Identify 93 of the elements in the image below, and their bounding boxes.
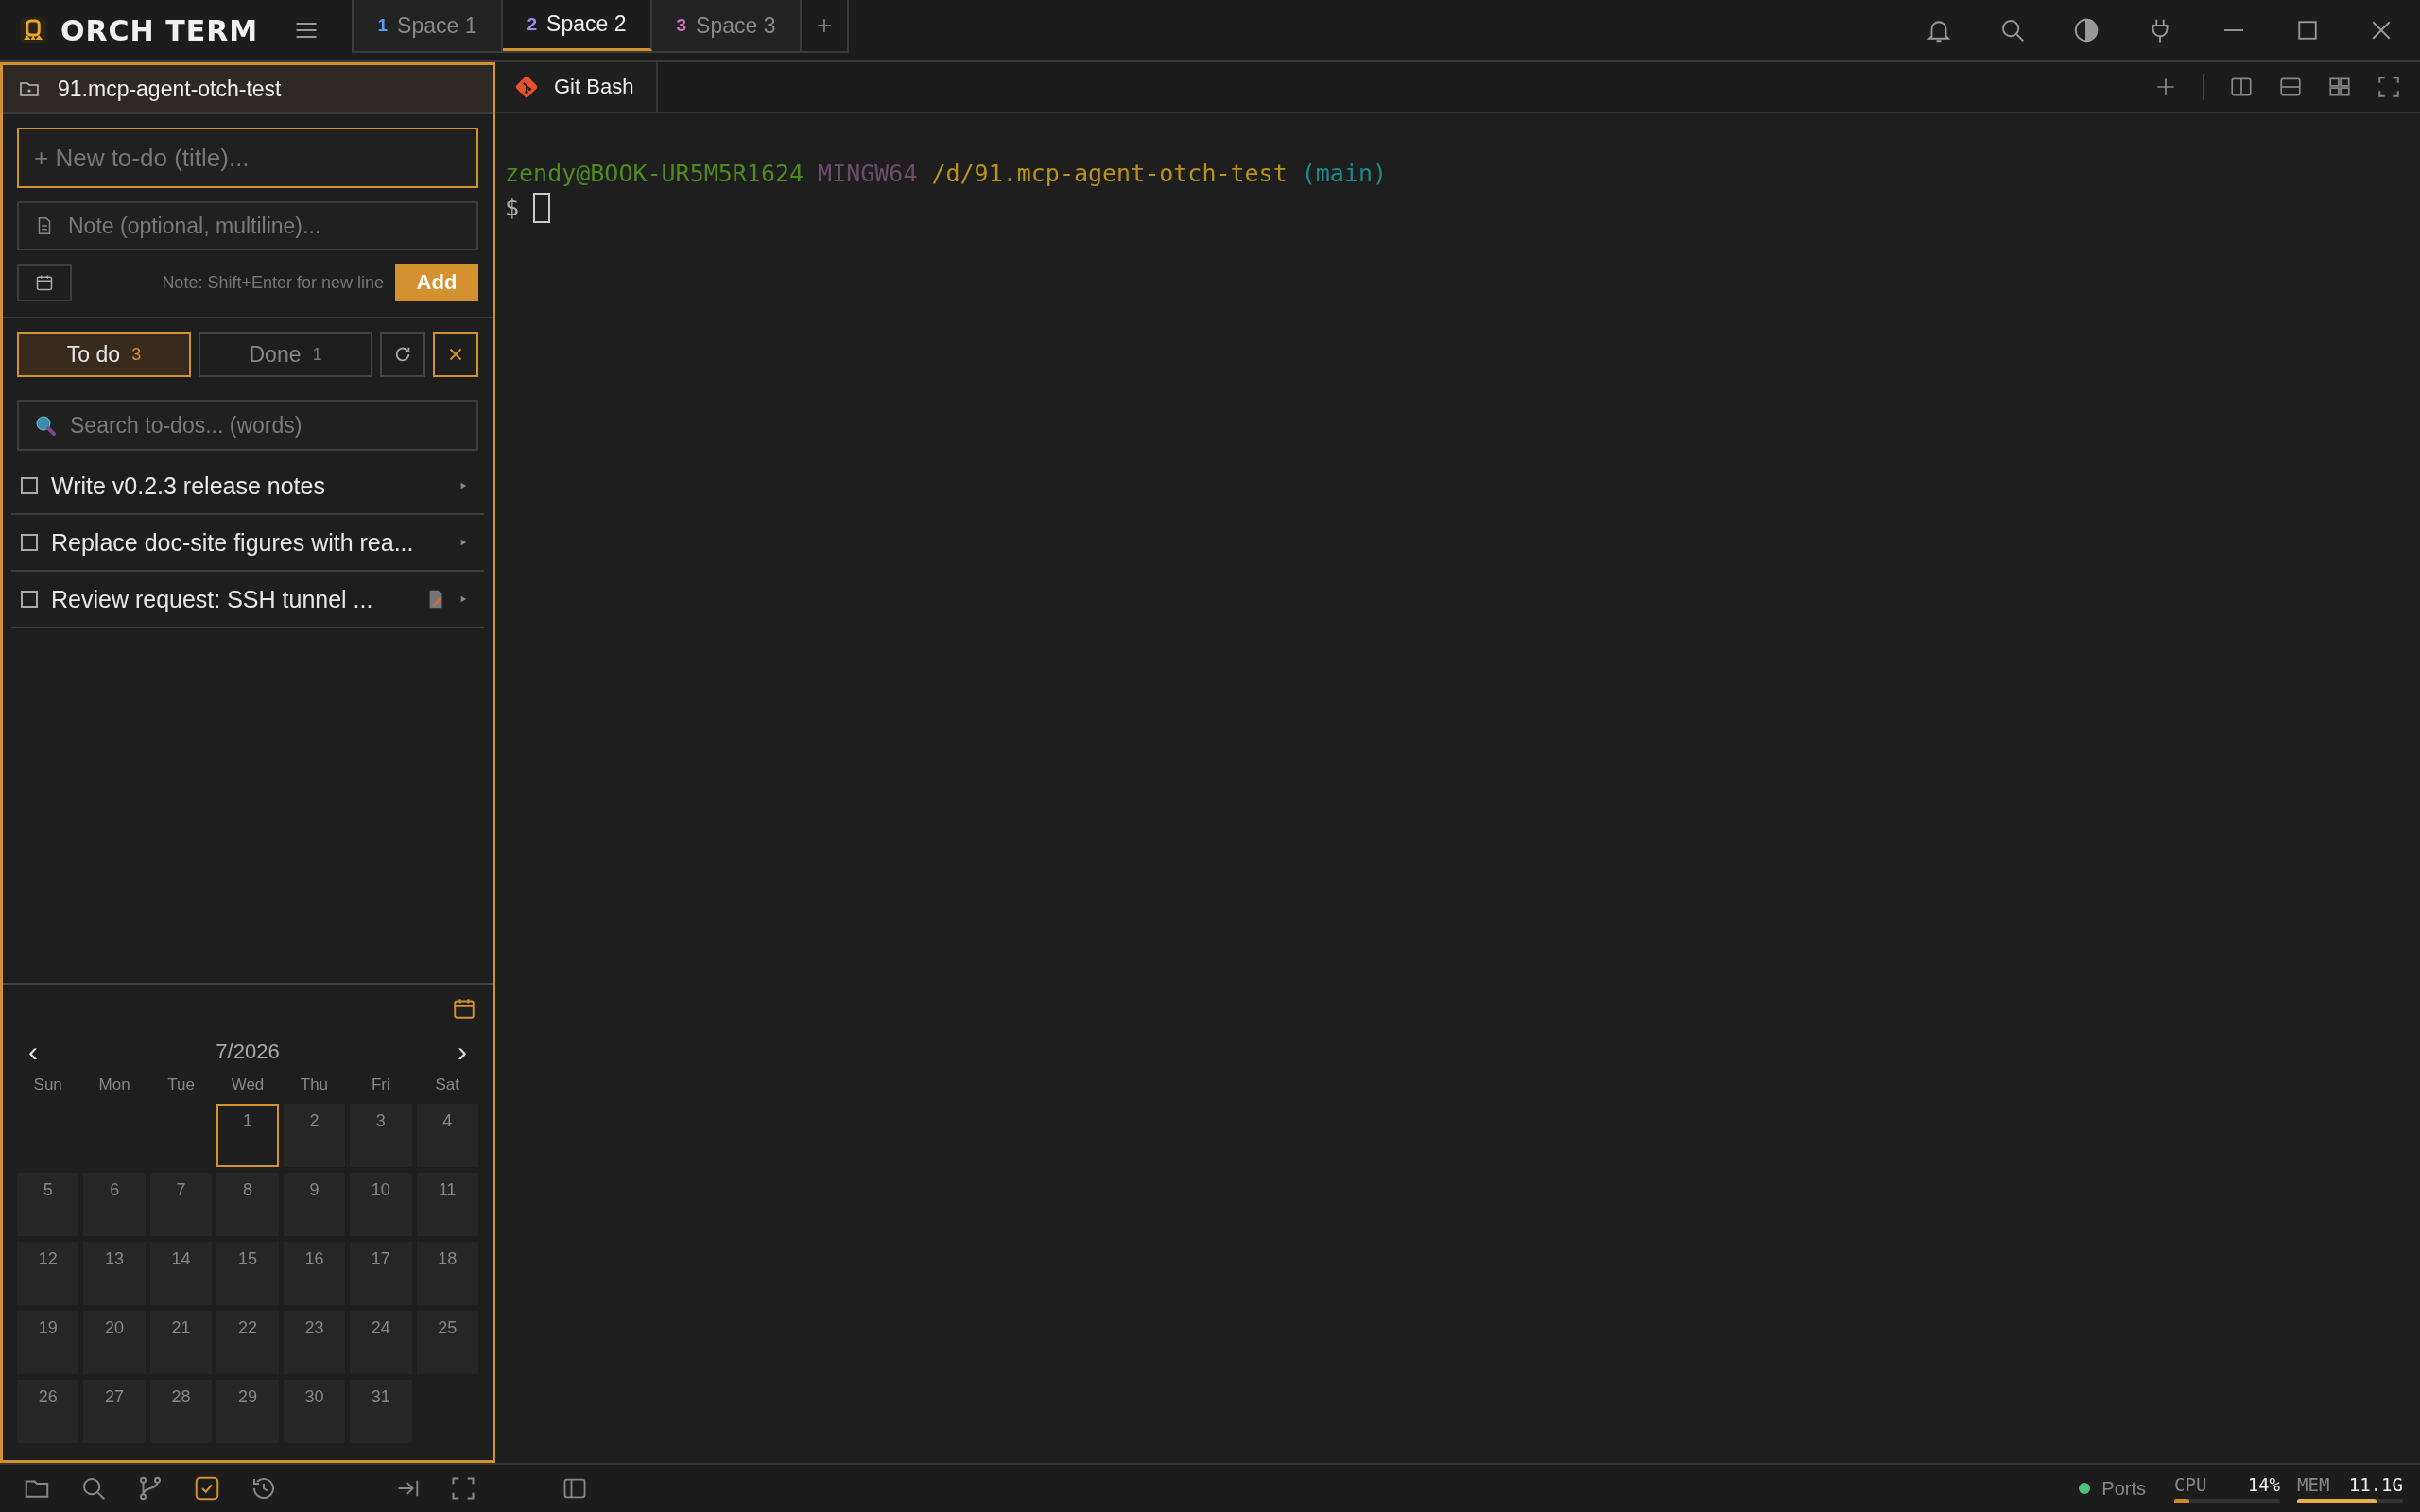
space-tab[interactable]: 3 Space 3: [652, 0, 802, 51]
calendar-day[interactable]: 23: [283, 1311, 346, 1374]
terminal-text: zendy@BOOK-UR5M5R1624: [505, 159, 804, 189]
calendar-day[interactable]: 18: [416, 1242, 478, 1305]
calendar-day[interactable]: 19: [17, 1311, 79, 1374]
magnifier-icon: [34, 414, 57, 437]
terminal-cursor: [533, 193, 551, 223]
calendar-day[interactable]: 3: [350, 1104, 412, 1167]
space-tab[interactable]: 1 Space 1: [354, 0, 503, 51]
terminal-tab[interactable]: Git Bash: [495, 62, 659, 112]
calendar-day[interactable]: 27: [83, 1380, 146, 1443]
calendar-day[interactable]: 29: [216, 1380, 279, 1443]
hint-text: Note: Shift+Enter for new line: [161, 272, 384, 293]
app-logo-icon: [19, 16, 47, 44]
calendar-day[interactable]: 6: [83, 1173, 146, 1236]
calendar-day[interactable]: 5: [17, 1173, 79, 1236]
month-label: 7/2026: [216, 1040, 280, 1064]
grid-layout-icon[interactable]: [2327, 75, 2352, 99]
filter-tab[interactable]: Done 1: [199, 332, 372, 377]
expand-arrow-icon[interactable]: [459, 482, 467, 490]
calendar-day[interactable]: 28: [149, 1380, 213, 1443]
previous-month-button[interactable]: ‹: [28, 1038, 38, 1066]
weekday-label: Mon: [97, 1075, 131, 1095]
calendar-day[interactable]: 7: [149, 1173, 213, 1236]
todo-item[interactable]: Review request: SSH tunnel ...: [11, 572, 484, 628]
calendar-day[interactable]: 16: [283, 1242, 346, 1305]
todo-item[interactable]: Write v0.2.3 release notes: [11, 458, 484, 515]
calendar-day[interactable]: 2: [283, 1104, 346, 1167]
meter-value: 14%: [2247, 1473, 2280, 1495]
calendar-day[interactable]: 1: [216, 1104, 279, 1167]
calendar-day[interactable]: 22: [216, 1311, 279, 1374]
calendar-day[interactable]: 21: [149, 1311, 213, 1374]
terminal-text: $: [505, 193, 520, 223]
calendar-icon: [35, 273, 54, 292]
todo-title: Write v0.2.3 release notes: [51, 472, 326, 500]
weekday-label: Tue: [166, 1075, 196, 1095]
clear-button[interactable]: [433, 332, 478, 377]
new-space-button[interactable]: +: [802, 0, 847, 51]
expand-arrow-icon[interactable]: [459, 595, 467, 603]
note-field[interactable]: Note (optional, multiline)...: [17, 201, 478, 250]
weekday-label: Wed: [230, 1075, 266, 1095]
filter-tab[interactable]: To do 3: [17, 332, 191, 377]
calendar-day[interactable]: 31: [350, 1380, 412, 1443]
calendar-day[interactable]: 4: [416, 1104, 478, 1167]
weekday-label: Sat: [434, 1075, 461, 1095]
calendar-day[interactable]: 13: [83, 1242, 146, 1305]
app-name: ORCH TERM: [60, 13, 259, 47]
search-field[interactable]: Search to-dos... (words): [17, 400, 478, 451]
split-vertical-icon[interactable]: [2229, 75, 2254, 99]
weekday-label: Thu: [299, 1075, 330, 1095]
checkbox[interactable]: [21, 591, 38, 608]
refresh-button[interactable]: [380, 332, 425, 377]
meter-value: 11.1G: [2348, 1473, 2403, 1495]
calendar-day[interactable]: 11: [416, 1173, 478, 1236]
date-picker-button[interactable]: [17, 264, 72, 301]
calendar-day[interactable]: 12: [17, 1242, 79, 1305]
next-month-button[interactable]: ›: [458, 1038, 467, 1066]
weekday-label: Sun: [32, 1075, 63, 1095]
calendar-day[interactable]: 9: [283, 1173, 346, 1236]
calendar-day[interactable]: 25: [416, 1311, 478, 1374]
todo-item[interactable]: Replace doc-site figures with rea...: [11, 515, 484, 572]
expand-arrow-icon[interactable]: [459, 539, 467, 546]
meter-label: CPU: [2174, 1473, 2207, 1495]
add-button[interactable]: Add: [395, 264, 478, 301]
title-field[interactable]: + New to-do (title)...: [17, 128, 478, 188]
theme-contrast-icon[interactable]: [2072, 16, 2100, 44]
calendar-day[interactable]: 24: [350, 1311, 412, 1374]
status-dot: [2079, 1483, 2091, 1494]
calendar-day[interactable]: 20: [83, 1311, 146, 1374]
terminal-text: (main): [1301, 159, 1388, 189]
todo-title: Review request: SSH tunnel ...: [51, 585, 374, 613]
terminal-text: MINGW64: [818, 159, 918, 189]
calendar-day[interactable]: 10: [350, 1173, 412, 1236]
project-name: 91.mcp-agent-otch-test: [58, 76, 282, 102]
calendar-day[interactable]: 26: [17, 1380, 79, 1443]
calendar-day[interactable]: 17: [350, 1242, 412, 1305]
calendar-day[interactable]: 30: [283, 1380, 346, 1443]
checkbox[interactable]: [21, 534, 38, 551]
meter-label: MEM: [2297, 1473, 2330, 1495]
calendar-day[interactable]: 14: [149, 1242, 213, 1305]
ports-label[interactable]: Ports: [2101, 1477, 2146, 1500]
todo-title: Replace doc-site figures with rea...: [51, 528, 415, 557]
checklist-icon[interactable]: [193, 1474, 221, 1503]
calendar-icon[interactable]: [452, 996, 476, 1021]
weekday-label: Fri: [370, 1075, 391, 1095]
fullscreen-icon[interactable]: [450, 1475, 476, 1502]
checkbox[interactable]: [21, 477, 38, 494]
fullscreen-icon[interactable]: [2377, 75, 2401, 99]
split-horizontal-icon[interactable]: [2278, 75, 2303, 99]
calendar-day[interactable]: 15: [216, 1242, 279, 1305]
terminal-text: /d/91.mcp-agent-otch-test: [931, 159, 1288, 189]
space-tab[interactable]: 2 Space 2: [503, 0, 652, 51]
calendar-day[interactable]: 8: [216, 1173, 279, 1236]
